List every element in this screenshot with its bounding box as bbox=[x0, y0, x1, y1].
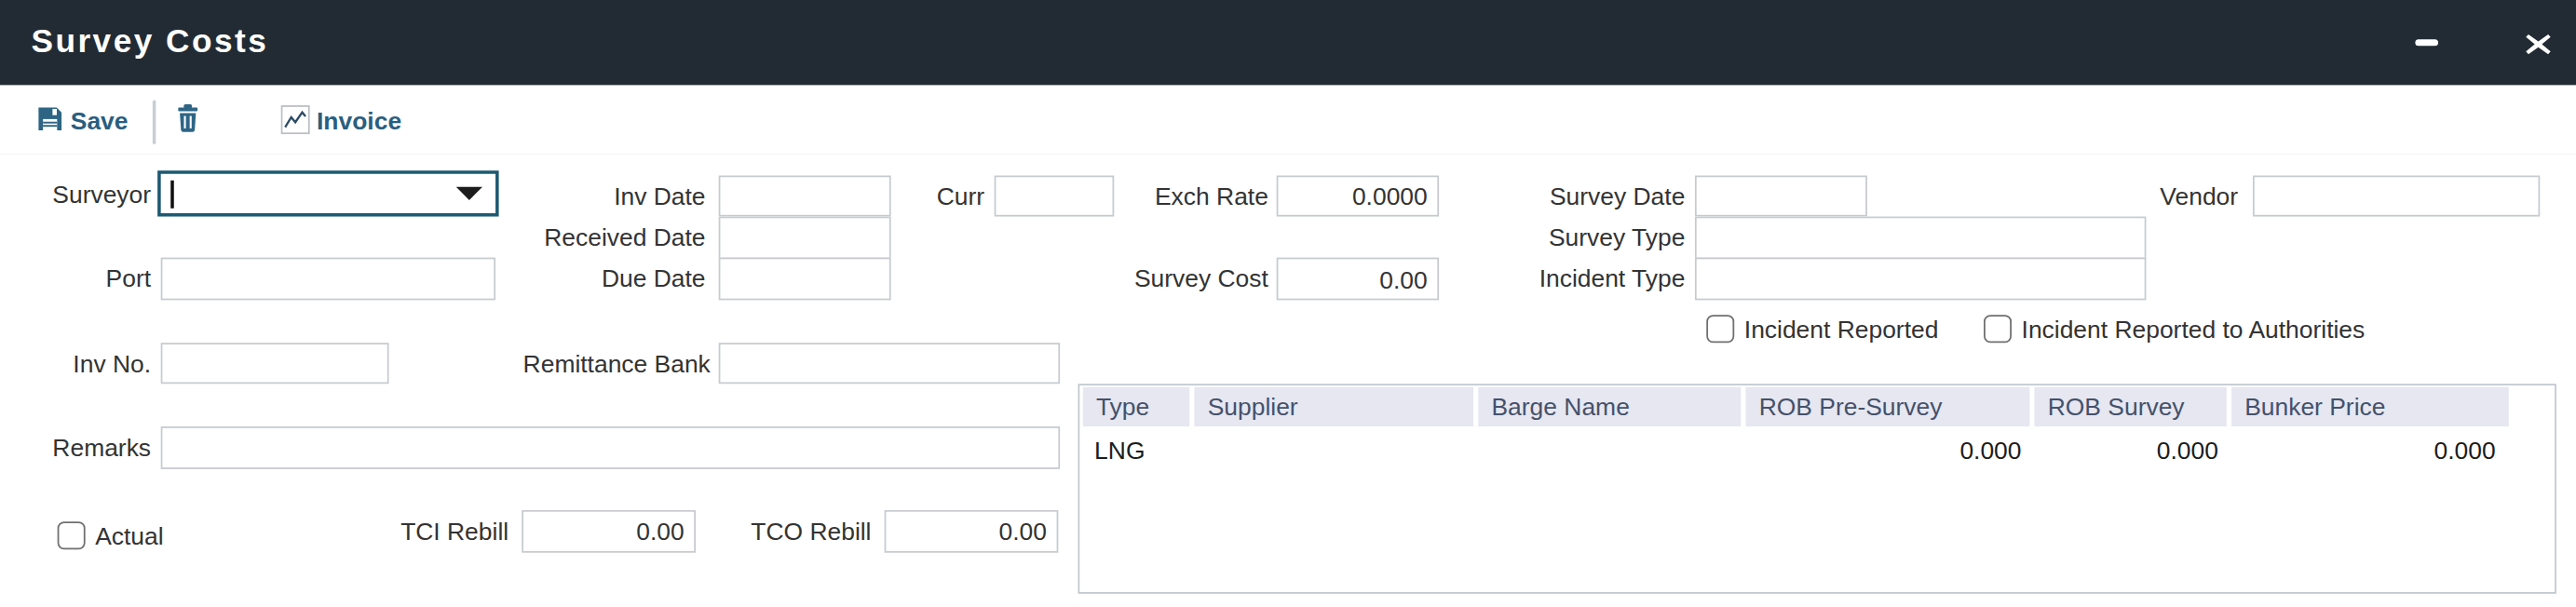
window-title: Survey Costs bbox=[31, 23, 268, 61]
tci-rebill-label: TCI Rebill bbox=[345, 510, 508, 551]
inv-date-input[interactable] bbox=[719, 176, 891, 217]
vendor-input[interactable] bbox=[2253, 176, 2540, 217]
curr-input[interactable] bbox=[995, 176, 1115, 217]
remarks-input[interactable] bbox=[161, 426, 1060, 468]
tco-rebill-input[interactable] bbox=[885, 510, 1059, 552]
survey-cost-input[interactable] bbox=[1277, 258, 1439, 301]
save-label: Save bbox=[71, 107, 129, 135]
window-titlebar: Survey Costs bbox=[0, 0, 2576, 86]
exch-rate-input[interactable] bbox=[1277, 176, 1439, 217]
survey-type-label: Survey Type bbox=[1521, 217, 1685, 258]
grid-header-barge-name[interactable]: Barge Name bbox=[1478, 386, 1745, 425]
save-button[interactable]: Save bbox=[36, 103, 129, 136]
tco-rebill-label: TCO Rebill bbox=[707, 510, 871, 551]
survey-type-input[interactable] bbox=[1695, 216, 2146, 259]
invoice-button[interactable]: Invoice bbox=[280, 103, 401, 136]
minimize-button[interactable] bbox=[2406, 0, 2448, 86]
cell-rob-pre-survey: 0.000 bbox=[1746, 425, 2035, 473]
actual-checkbox[interactable] bbox=[58, 521, 86, 549]
minimize-icon bbox=[2415, 39, 2438, 46]
grid-header-supplier[interactable]: Supplier bbox=[1195, 386, 1479, 425]
incident-reported-to-authorities-label: Incident Reported to Authorities bbox=[2022, 315, 2366, 344]
incident-type-label: Incident Type bbox=[1521, 258, 1685, 299]
cell-bunker-price: 0.000 bbox=[2231, 425, 2509, 473]
incident-type-input[interactable] bbox=[1695, 257, 2146, 301]
grid-header-type[interactable]: Type bbox=[1083, 386, 1195, 425]
toolbar: Save Invoice bbox=[0, 86, 2576, 158]
tci-rebill-input[interactable] bbox=[522, 510, 696, 552]
remittance-bank-input[interactable] bbox=[719, 343, 1060, 384]
remarks-label: Remarks bbox=[0, 426, 151, 467]
save-icon bbox=[36, 105, 64, 133]
survey-date-label: Survey Date bbox=[1521, 176, 1685, 217]
remittance-bank-label: Remittance Bank bbox=[497, 343, 711, 384]
text-cursor bbox=[170, 180, 173, 208]
surveyor-dropdown[interactable] bbox=[157, 170, 498, 216]
actual-label: Actual bbox=[95, 521, 163, 551]
invoice-chart-icon bbox=[280, 105, 310, 135]
grid-header-rob-survey[interactable]: ROB Survey bbox=[2035, 386, 2231, 425]
trash-icon bbox=[174, 103, 202, 133]
dropdown-arrow-icon bbox=[456, 187, 482, 200]
grid-row-lng[interactable]: LNG 0.000 0.000 0.000 bbox=[1083, 425, 2509, 473]
cell-barge-name bbox=[1478, 425, 1745, 473]
bunker-grid: Type Supplier Barge Name ROB Pre-Survey … bbox=[1078, 384, 2556, 594]
incident-reported-label: Incident Reported bbox=[1744, 315, 1939, 344]
close-icon bbox=[2525, 32, 2551, 55]
cell-supplier bbox=[1195, 425, 1479, 473]
due-date-input[interactable] bbox=[719, 257, 891, 301]
exch-rate-label: Exch Rate bbox=[1105, 176, 1268, 217]
curr-label: Curr bbox=[886, 176, 984, 217]
delete-button[interactable] bbox=[174, 103, 204, 136]
port-input[interactable] bbox=[161, 258, 495, 301]
grid-header-rob-pre-survey[interactable]: ROB Pre-Survey bbox=[1746, 386, 2035, 425]
form-area: Surveyor Inv Date Curr Exch Rate Survey … bbox=[0, 155, 2576, 607]
grid-header: Type Supplier Barge Name ROB Pre-Survey … bbox=[1083, 386, 2509, 425]
survey-cost-label: Survey Cost bbox=[1105, 258, 1268, 299]
received-date-input[interactable] bbox=[719, 216, 891, 259]
inv-no-input[interactable] bbox=[161, 343, 389, 384]
toolbar-separator bbox=[153, 100, 156, 144]
port-label: Port bbox=[0, 258, 151, 299]
survey-date-input[interactable] bbox=[1695, 176, 1867, 217]
inv-date-label: Inv Date bbox=[541, 176, 705, 217]
received-date-label: Received Date bbox=[508, 217, 705, 258]
inv-no-label: Inv No. bbox=[0, 343, 151, 384]
close-button[interactable] bbox=[2517, 0, 2560, 86]
grid-header-bunker-price[interactable]: Bunker Price bbox=[2231, 386, 2509, 425]
cell-type: LNG bbox=[1083, 425, 1195, 473]
vendor-label: Vendor bbox=[2074, 176, 2238, 217]
surveyor-label: Surveyor bbox=[0, 174, 151, 215]
survey-costs-window: Survey Costs Save bbox=[0, 0, 2576, 607]
invoice-label: Invoice bbox=[317, 107, 401, 135]
incident-reported-checkbox[interactable] bbox=[1706, 315, 1734, 343]
incident-reported-to-authorities-checkbox[interactable] bbox=[1984, 315, 2012, 343]
cell-rob-survey: 0.000 bbox=[2035, 425, 2231, 473]
due-date-label: Due Date bbox=[541, 258, 705, 299]
